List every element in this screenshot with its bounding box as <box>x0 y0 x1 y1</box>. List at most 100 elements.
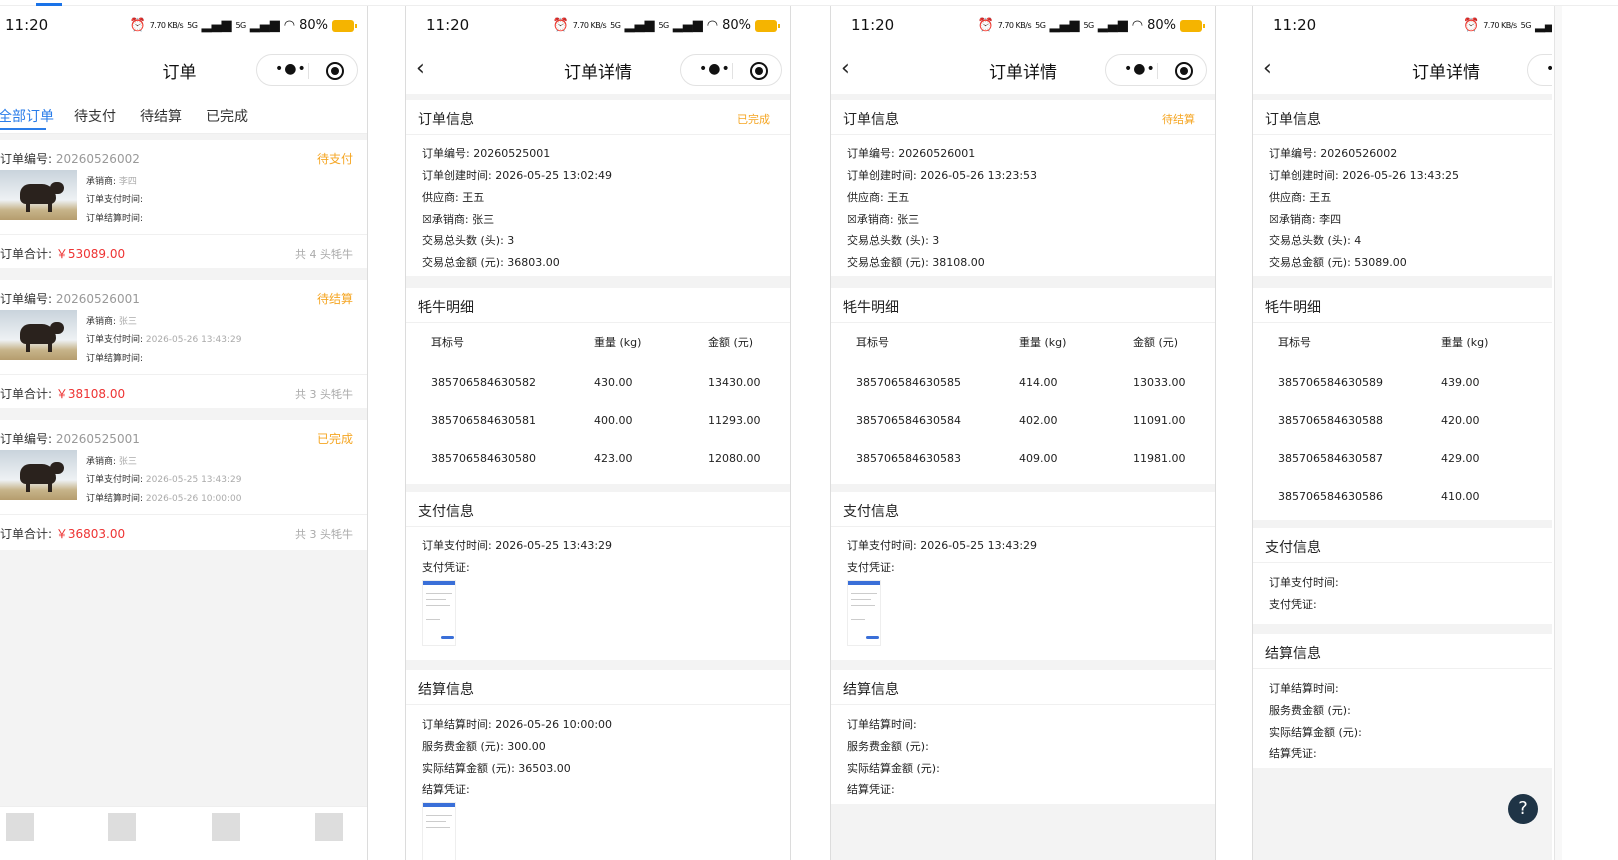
close-target-icon[interactable] <box>750 62 768 80</box>
label: 支付凭证: <box>847 561 895 574</box>
alarm-icon: ⏰ <box>552 18 569 33</box>
section-divider <box>1253 134 1552 135</box>
help-button[interactable]: ? <box>1508 794 1538 824</box>
tab-bar <box>0 806 367 860</box>
table-cell-money: 11981.00 <box>1133 452 1186 465</box>
heads-row: 交易总头数 (头): 4 <box>1269 232 1361 248</box>
table-cell-weight: 410.00 <box>1441 490 1480 503</box>
signal-bars-icon-2: ▂▄▆ <box>249 18 280 33</box>
order-card[interactable]: 订单编号: 20260525001 已完成 承销商: 张三 订单支付时间: 20… <box>0 420 367 550</box>
order-card[interactable]: 订单编号: 20260526001 待结算 承销商: 张三 订单支付时间: 20… <box>0 280 367 408</box>
status-icons: ⏰ 7.70 KB/s 5G▂▄▆ 5G▂▄▆ <box>1463 18 1552 33</box>
table-cell-tag: 385706584630587 <box>1278 452 1383 465</box>
total-value: ￥38108.00 <box>55 387 126 401</box>
more-icon[interactable]: •●• <box>1546 61 1552 77</box>
order-no: 订单编号: 20260526001 <box>0 290 140 307</box>
settle-time-row: 订单结算时间: 2026-05-26 10:00:00 <box>422 716 612 732</box>
nav-bar: ‹ 订单详情 •●• <box>406 46 790 94</box>
mini-program-capsule: •●• <box>256 54 358 86</box>
value: 20260526001 <box>898 147 976 160</box>
status-time: 11:20 <box>426 16 470 34</box>
tabbar-item-2-icon[interactable] <box>108 813 136 841</box>
label: 交易总头数 (头): <box>422 234 508 247</box>
status-time: 11:20 <box>851 16 895 34</box>
section-title: 订单信息 <box>843 112 899 128</box>
capsule-divider <box>732 63 733 79</box>
yak-detail-section: 牦牛明细 耳标号 重量 (kg) 385706584630589 439.00 … <box>1253 288 1552 520</box>
alarm-icon: ⏰ <box>1463 18 1480 33</box>
yak-thumbnail <box>0 170 77 220</box>
heads-row: 交易总头数 (头): 3 <box>847 232 939 248</box>
label: 交易总金额 (元): <box>1269 256 1355 269</box>
alarm-icon: ⏰ <box>977 18 994 33</box>
actual-amount-row: 实际结算金额 (元): 36503.00 <box>422 760 571 776</box>
order-total: 订单合计: ￥53089.00 <box>0 245 125 262</box>
yak-thumbnail <box>0 310 77 360</box>
order-card[interactable]: 订单编号: 20260526002 待支付 承销商: 李四 订单支付时间: 订单… <box>0 140 367 268</box>
tab-all-orders[interactable]: 全部订单 <box>0 106 54 126</box>
label: 订单创建时间: <box>847 169 921 182</box>
created-time-row: 订单创建时间: 2026-05-26 13:23:53 <box>847 167 1037 183</box>
pay-voucher-thumbnail[interactable] <box>847 580 881 646</box>
signal-bars-icon: ▂▄▆ <box>201 18 232 33</box>
settle-time-label: 订单结算时间: <box>86 214 144 224</box>
table-cell-tag: 385706584630588 <box>1278 414 1383 427</box>
label: 订单结算时间: <box>422 718 496 731</box>
settle-time-label: 订单结算时间: <box>86 494 146 504</box>
more-icon[interactable]: •●• <box>1124 61 1156 77</box>
table-cell-weight: 414.00 <box>1019 376 1058 389</box>
label: ☒承销商: <box>847 213 898 226</box>
label: 订单支付时间: <box>847 539 921 552</box>
pay-time-value: 2026-05-26 13:43:29 <box>145 335 242 345</box>
screenshot-canvas: 11:20 ⏰ 7.70 KB/s 5G ▂▄▆ 5G ▂▄▆ ◠ 80% 订单 •… <box>0 0 1618 860</box>
settle-voucher-row: 结算凭证: <box>1269 745 1317 761</box>
order-no-value: 20260526001 <box>55 292 140 306</box>
signal-bars-icon-2: ▂▄▆ <box>672 18 703 33</box>
tabbar-item-4-icon[interactable] <box>315 813 343 841</box>
pay-voucher-thumbnail[interactable] <box>422 580 456 646</box>
net-speed: 7.70 KB/s <box>997 20 1032 30</box>
signal-5g-icon: 5G <box>610 20 621 30</box>
seller-value: 张三 <box>118 317 137 327</box>
order-no-label: 订单编号: <box>0 152 56 166</box>
col-header-tag: 耳标号 <box>431 336 464 349</box>
supplier-row: 供应商: 王五 <box>847 189 909 205</box>
tab-underline <box>0 128 46 130</box>
seller-line: 承销商: 李四 <box>86 174 137 187</box>
settle-voucher-thumbnail[interactable] <box>422 802 456 860</box>
more-icon[interactable]: •●• <box>275 61 307 77</box>
value: 2026-05-26 13:43:25 <box>1342 169 1460 182</box>
status-badge: 已完成 <box>737 113 770 126</box>
label: ☒承销商: <box>422 213 473 226</box>
page-scrollbar[interactable] <box>1554 6 1562 860</box>
more-icon[interactable]: •●• <box>699 61 731 77</box>
pay-time-line: 订单支付时间: 2026-05-26 13:43:29 <box>86 332 242 345</box>
value: 2026-05-25 13:43:29 <box>495 539 613 552</box>
label: 交易总金额 (元): <box>847 256 933 269</box>
tabbar-item-1-icon[interactable] <box>6 813 34 841</box>
status-time: 11:20 <box>5 16 49 34</box>
seller-value: 张三 <box>118 457 137 467</box>
seller-line: 承销商: 张三 <box>86 454 137 467</box>
tab-pending-payment[interactable]: 待支付 <box>74 106 116 126</box>
close-target-icon[interactable] <box>326 62 344 80</box>
order-info-section: 订单信息 已完成 订单编号: 20260525001 订单创建时间: 2026-… <box>406 100 790 276</box>
tabbar-item-3-icon[interactable] <box>212 813 240 841</box>
net-speed: 7.70 KB/s <box>572 20 607 30</box>
settle-time-row: 订单结算时间: <box>1269 680 1339 696</box>
value: 38108.00 <box>932 256 985 269</box>
status-bar: 11:20 ⏰ 7.70 KB/s 5G▂▄▆ 5G▂▄▆ <box>1253 6 1552 46</box>
tab-pending-settlement[interactable]: 待结算 <box>140 106 182 126</box>
created-time-row: 订单创建时间: 2026-05-25 13:02:49 <box>422 167 612 183</box>
label: 供应商: <box>847 191 888 204</box>
tab-completed[interactable]: 已完成 <box>206 106 248 126</box>
capsule-divider <box>308 63 309 79</box>
section-divider <box>406 704 790 705</box>
pay-time-line: 订单支付时间: <box>86 192 143 205</box>
close-target-icon[interactable] <box>1175 62 1193 80</box>
label: 交易总金额 (元): <box>422 256 508 269</box>
section-title: 订单信息 <box>1265 112 1321 128</box>
value: 2026-05-26 13:23:53 <box>920 169 1038 182</box>
status-bar: 11:20 ⏰ 7.70 KB/s 5G ▂▄▆ 5G ▂▄▆ ◠ 80% <box>0 6 367 46</box>
service-fee-row: 服务费金额 (元): 300.00 <box>422 738 546 754</box>
